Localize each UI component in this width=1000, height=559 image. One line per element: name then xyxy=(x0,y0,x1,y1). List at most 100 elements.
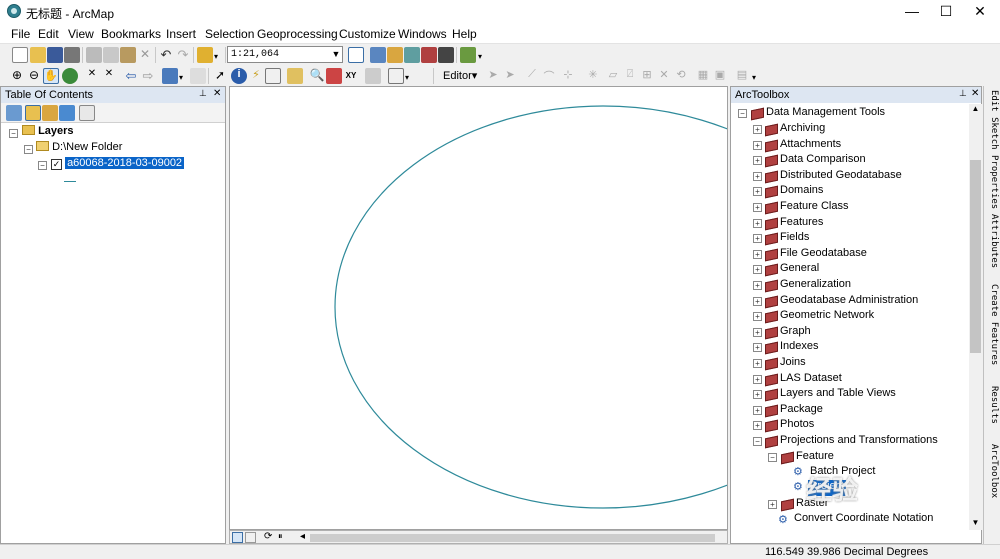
feature-collapse-icon[interactable]: − xyxy=(768,453,777,462)
add-data-icon[interactable] xyxy=(197,47,213,63)
toolset-item[interactable]: Fields xyxy=(780,231,809,247)
data-view-icon[interactable] xyxy=(232,532,243,543)
toolset-expand-icon[interactable]: + xyxy=(753,125,762,134)
forward-extent-icon[interactable]: ⇨ xyxy=(140,68,156,84)
layers-collapse-icon[interactable]: − xyxy=(9,129,18,138)
full-extent-icon[interactable] xyxy=(62,68,78,84)
toolset-item[interactable]: Geodatabase Administration xyxy=(780,294,918,310)
select-features-dropdown-icon[interactable]: ▾ xyxy=(179,73,185,82)
horizontal-scrollbar[interactable] xyxy=(310,534,715,542)
map-scale-combo[interactable]: 1:21,064 xyxy=(227,46,343,63)
toolset-item[interactable]: Joins xyxy=(780,356,806,372)
feature-toolset[interactable]: Feature xyxy=(796,450,834,466)
layout-view-icon[interactable] xyxy=(245,532,256,543)
editor-menu[interactable]: Editor▾ xyxy=(443,69,477,82)
table-of-contents-window-icon[interactable] xyxy=(370,47,386,63)
back-extent-icon[interactable]: ⇦ xyxy=(123,68,139,84)
save-icon[interactable] xyxy=(47,47,63,63)
layers-label[interactable]: Layers xyxy=(38,125,73,137)
catalog-window-icon[interactable] xyxy=(387,47,403,63)
toolset-item[interactable]: Attachments xyxy=(780,138,841,154)
toolset-expand-icon[interactable]: + xyxy=(753,374,762,384)
menu-edit[interactable]: Edit xyxy=(38,27,59,41)
create-features-icon[interactable]: ▤ xyxy=(734,68,750,84)
toc-options-icon[interactable] xyxy=(79,105,95,121)
toolset-expand-icon[interactable]: + xyxy=(753,312,762,322)
scroll-up-icon[interactable]: ▲ xyxy=(969,104,982,116)
menu-geoprocessing[interactable]: Geoprocessing xyxy=(257,27,338,41)
model-builder-icon[interactable] xyxy=(460,47,476,63)
edit-vertices-icon[interactable]: ▱ xyxy=(605,68,621,84)
toolset-item[interactable]: Indexes xyxy=(780,340,819,356)
open-folder-icon[interactable] xyxy=(30,47,46,63)
toolset-item[interactable]: Photos xyxy=(780,418,814,434)
copy-icon[interactable] xyxy=(103,47,119,63)
menu-help[interactable]: Help xyxy=(452,27,477,41)
toolset-expand-icon[interactable]: + xyxy=(753,249,762,259)
cut-icon[interactable] xyxy=(86,47,102,63)
dock-tab-attributes[interactable]: Attributes xyxy=(986,214,999,268)
redo-icon[interactable]: ↷ xyxy=(175,47,191,63)
folder-path[interactable]: D:\New Folder xyxy=(52,141,122,153)
toolset-item[interactable]: Data Comparison xyxy=(780,153,866,169)
dock-tab-create-features[interactable]: Create Features xyxy=(986,284,999,365)
editor-options-icon[interactable]: ▾ xyxy=(752,73,758,82)
delete-icon[interactable]: ✕ xyxy=(137,47,153,63)
editor-toolbar-toggle-icon[interactable] xyxy=(348,47,364,63)
toolset-expand-icon[interactable]: + xyxy=(753,187,762,197)
fixed-zoom-out-icon[interactable]: ✕ xyxy=(101,68,117,84)
viewer-window-icon[interactable] xyxy=(388,68,404,84)
list-by-drawing-order-icon[interactable] xyxy=(6,105,22,121)
menu-selection[interactable]: Selection xyxy=(205,27,254,41)
measure-icon[interactable] xyxy=(287,68,303,84)
root-collapse-icon[interactable]: − xyxy=(738,109,747,118)
toolset-item[interactable]: Features xyxy=(780,216,823,232)
projections-collapse-icon[interactable]: − xyxy=(753,437,762,446)
map-view[interactable] xyxy=(229,86,728,530)
scroll-left-icon[interactable]: ◂ xyxy=(300,531,305,542)
toolset-item[interactable]: Feature Class xyxy=(780,200,848,216)
fixed-zoom-in-icon[interactable]: ✕ xyxy=(84,68,100,84)
dock-tab-edit-sketch-properties[interactable]: Edit Sketch Properties xyxy=(986,90,999,209)
dock-tab-arctoolbox[interactable]: ArcToolbox xyxy=(986,444,999,498)
toolset-item[interactable]: Distributed Geodatabase xyxy=(780,169,902,185)
toolset-item[interactable]: Archiving xyxy=(780,122,825,138)
sketch-properties-icon[interactable]: ▣ xyxy=(712,68,728,84)
toolset-item[interactable]: Domains xyxy=(780,184,823,200)
toolset-expand-icon[interactable]: + xyxy=(753,281,762,290)
chevron-down-icon[interactable]: ▼ xyxy=(330,47,342,62)
toolset-item[interactable]: Layers and Table Views xyxy=(780,387,896,403)
trace-icon[interactable]: ⊹ xyxy=(560,68,576,84)
toolset-expand-icon[interactable]: + xyxy=(753,327,762,337)
zoom-in-icon[interactable]: ⊕ xyxy=(9,68,25,84)
toolset-item[interactable]: General xyxy=(780,262,819,278)
tools-options-icon[interactable]: ▾ xyxy=(405,73,411,82)
html-popup-icon[interactable] xyxy=(265,68,281,84)
pin-icon[interactable]: ⊥ xyxy=(199,88,207,99)
list-by-selection-icon[interactable] xyxy=(59,105,75,121)
add-data-dropdown-icon[interactable]: ▾ xyxy=(214,52,220,61)
point-icon[interactable]: ✳ xyxy=(585,68,601,84)
toc-close-button[interactable]: ✕ xyxy=(213,88,221,99)
root-toolbox[interactable]: Data Management Tools xyxy=(766,106,885,122)
toolset-item[interactable]: Projections and Transformations xyxy=(780,434,938,450)
scroll-down-icon[interactable]: ▼ xyxy=(969,518,982,530)
reshape-icon[interactable]: ⍁ xyxy=(622,68,638,84)
folder-collapse-icon[interactable]: − xyxy=(24,145,33,154)
pin-icon[interactable]: ⊥ xyxy=(959,88,967,99)
menu-insert[interactable]: Insert xyxy=(166,27,196,41)
time-slider-icon[interactable] xyxy=(365,68,381,84)
toolset-expand-icon[interactable]: + xyxy=(753,265,762,275)
dock-tab-results[interactable]: Results xyxy=(986,386,999,424)
refresh-icon[interactable]: ⟳ xyxy=(264,531,272,542)
raster-expand-icon[interactable]: + xyxy=(768,500,777,509)
toolset-expand-icon[interactable]: + xyxy=(753,171,762,181)
layer-collapse-icon[interactable]: − xyxy=(38,161,47,170)
toolset-item[interactable]: Generalization xyxy=(780,278,851,294)
paste-icon[interactable] xyxy=(120,47,136,63)
toolset-expand-icon[interactable]: + xyxy=(753,359,762,368)
list-by-source-icon[interactable] xyxy=(25,105,41,121)
minimize-button[interactable]: — xyxy=(896,0,928,23)
toolbar-options-icon[interactable]: ▾ xyxy=(478,52,484,61)
attributes-icon[interactable]: ▦ xyxy=(695,68,711,84)
